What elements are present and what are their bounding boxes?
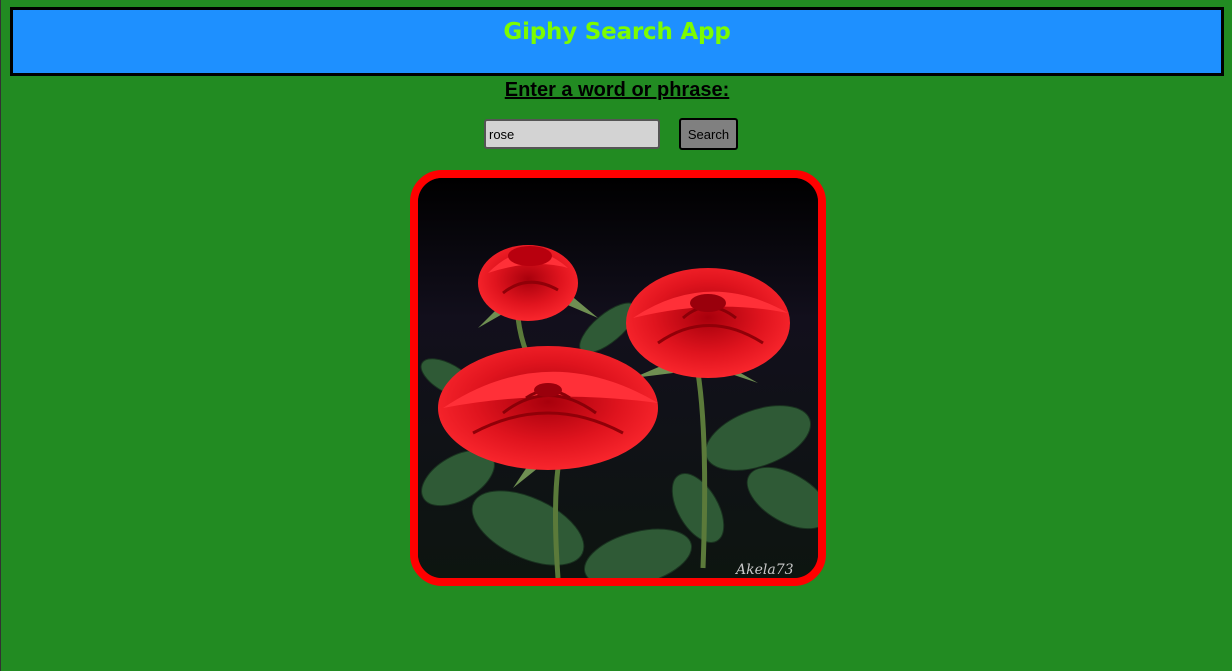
rose-gif-image: Akela73 <box>418 178 818 578</box>
app-title: Giphy Search App <box>503 19 731 45</box>
search-button[interactable]: Search <box>679 118 738 150</box>
search-prompt: Enter a word or phrase: <box>504 79 730 101</box>
gif-watermark: Akela73 <box>734 562 794 578</box>
gif-result: Akela73 <box>410 170 826 586</box>
search-form: Search <box>484 118 738 150</box>
app-header: Giphy Search App <box>10 7 1224 76</box>
search-input[interactable] <box>484 119 660 149</box>
